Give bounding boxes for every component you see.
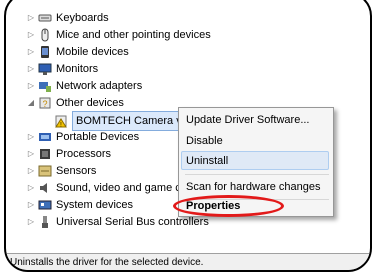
highlight-ellipse xyxy=(173,195,284,217)
menu-update-driver[interactable]: Update Driver Software... xyxy=(186,110,310,130)
menu-separator xyxy=(185,174,329,175)
expand-arrow-icon[interactable]: ▷ xyxy=(26,145,36,163)
usb-icon xyxy=(42,216,48,228)
tree-item-label: System devices xyxy=(56,199,134,211)
tree-item-label: Other devices xyxy=(56,97,124,109)
status-bar: Uninstalls the driver for the selected d… xyxy=(6,253,370,270)
tree-item-label: Mice and other pointing devices xyxy=(56,29,211,41)
tree-item-label: Sensors xyxy=(56,165,97,177)
monitor-icon xyxy=(38,63,52,75)
expand-arrow-icon[interactable]: ▷ xyxy=(26,213,36,231)
expand-arrow-icon[interactable]: ▷ xyxy=(26,9,36,27)
tree-item-label: Monitors xyxy=(56,63,99,75)
expand-arrow-icon[interactable]: ▷ xyxy=(26,43,36,61)
tree-item-label: Keyboards xyxy=(56,12,109,24)
tree-item-label: Mobile devices xyxy=(56,46,129,58)
menu-scan-hardware[interactable]: Scan for hardware changes xyxy=(186,177,321,197)
expand-arrow-icon[interactable]: ▷ xyxy=(26,60,36,78)
expand-arrow-icon[interactable]: ▷ xyxy=(26,26,36,44)
collapse-arrow-icon[interactable]: ◢ xyxy=(26,94,36,112)
keyboard-icon xyxy=(38,14,52,22)
network-adapter-icon xyxy=(39,82,51,92)
mobile-device-icon xyxy=(41,46,49,58)
expand-arrow-icon[interactable]: ▷ xyxy=(26,179,36,197)
device-manager-window: ▷ Keyboards ▷ Mice and other pointing de… xyxy=(4,0,372,272)
expand-arrow-icon[interactable]: ▷ xyxy=(26,162,36,180)
mouse-icon xyxy=(41,28,49,42)
sensor-icon xyxy=(38,165,52,177)
processor-icon xyxy=(40,149,50,159)
menu-disable[interactable]: Disable xyxy=(186,131,223,151)
expand-arrow-icon[interactable]: ▷ xyxy=(26,196,36,214)
svg-text:?: ? xyxy=(42,99,47,109)
sound-icon xyxy=(40,183,47,193)
other-devices-icon: ? xyxy=(39,97,51,109)
device-tree: ▷ Keyboards ▷ Mice and other pointing de… xyxy=(6,0,370,270)
system-devices-icon xyxy=(38,200,52,210)
expand-arrow-icon[interactable]: ▷ xyxy=(26,77,36,95)
portable-device-icon xyxy=(39,133,51,141)
menu-uninstall[interactable]: Uninstall xyxy=(186,151,228,171)
tree-item-label: Portable Devices xyxy=(56,131,140,143)
tree-item-label: Network adapters xyxy=(56,80,143,92)
tree-item-label: Processors xyxy=(56,148,112,160)
unknown-device-warning-icon: ! xyxy=(55,115,67,128)
expand-arrow-icon[interactable]: ▷ xyxy=(26,128,36,146)
